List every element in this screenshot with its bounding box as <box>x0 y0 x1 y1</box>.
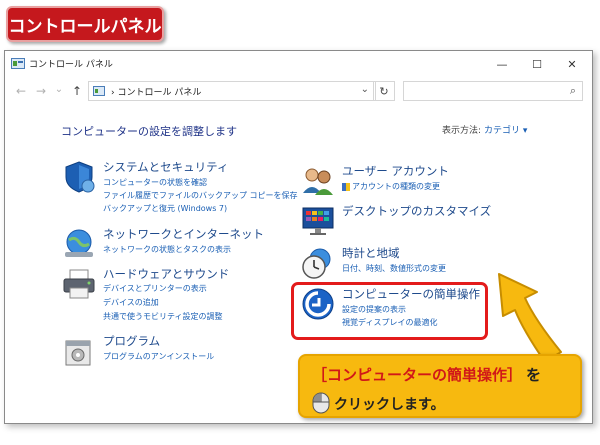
programs-icon <box>65 340 91 366</box>
instruction-callout: ［コンピューターの簡単操作］ を クリックします。 <box>298 354 582 418</box>
chevron-down-icon[interactable]: ⌄ <box>361 84 369 95</box>
highlight-ease-of-access <box>291 282 488 340</box>
control-panel-icon <box>11 58 25 69</box>
category-title[interactable]: システムとセキュリティ <box>103 159 228 175</box>
link-add-device[interactable]: デバイスの追加 <box>103 297 159 308</box>
back-button[interactable]: ← <box>13 84 29 98</box>
link-date-time-format[interactable]: 日付、時刻、数値形式の変更 <box>342 263 446 274</box>
refresh-button[interactable]: ↻ <box>373 81 395 101</box>
address-field[interactable]: › コントロール パネル ⌄ <box>88 81 376 101</box>
link-backup-restore[interactable]: バックアップと復元 (Windows 7) <box>103 203 227 214</box>
instruction-line-1: ［コンピューターの簡単操作］ を <box>312 364 541 385</box>
category-title[interactable]: ユーザー アカウント <box>342 163 449 179</box>
category-title[interactable]: ハードウェアとサウンド <box>103 266 229 282</box>
uac-shield-icon <box>342 182 350 191</box>
clock-icon <box>302 248 331 279</box>
maximize-button[interactable]: ☐ <box>519 54 555 74</box>
mouse-icon <box>312 392 330 414</box>
breadcrumb[interactable]: › コントロール パネル <box>111 85 201 98</box>
search-input[interactable]: ⌕ <box>403 81 583 101</box>
view-by-label: 表示方法: <box>442 126 482 136</box>
minimize-button[interactable]: — <box>484 54 520 74</box>
window-title: コントロール パネル <box>29 60 113 70</box>
network-icon <box>65 229 93 257</box>
title-bar: コントロール パネル — ☐ ✕ <box>5 51 592 77</box>
category-title[interactable]: ネットワークとインターネット <box>103 226 264 242</box>
category-title[interactable]: プログラム <box>103 333 160 349</box>
recent-locations-button[interactable]: ⌄ <box>51 84 67 95</box>
desktop-icon <box>302 207 334 235</box>
pointer-arrow-icon <box>498 273 562 363</box>
up-button[interactable]: ↑ <box>69 84 85 98</box>
address-bar: ← → ⌄ ↑ › コントロール パネル ⌄ ↻ ⌕ <box>5 78 592 106</box>
users-icon <box>303 168 333 195</box>
link-uninstall-program[interactable]: プログラムのアンインストール <box>103 351 214 362</box>
link-label: アカウントの種類の変更 <box>352 182 440 191</box>
link-devices-printers[interactable]: デバイスとプリンターの表示 <box>103 283 207 294</box>
link-mobility-settings[interactable]: 共通で使うモビリティ設定の調整 <box>103 311 223 322</box>
view-by-dropdown[interactable]: カテゴリ ▾ <box>484 126 527 136</box>
close-button[interactable]: ✕ <box>554 54 590 74</box>
shield-icon <box>65 161 95 193</box>
search-icon: ⌕ <box>569 84 576 97</box>
link-network-status[interactable]: ネットワークの状態とタスクの表示 <box>103 244 231 255</box>
forward-button[interactable]: → <box>33 84 49 98</box>
instruction-line-2: クリックします。 <box>334 397 445 413</box>
link-check-status[interactable]: コンピューターの状態を確認 <box>103 177 207 188</box>
category-title[interactable]: デスクトップのカスタマイズ <box>342 203 491 219</box>
instruction-target: ［コンピューターの簡単操作］ <box>312 366 523 384</box>
instruction-particle: を <box>526 366 542 384</box>
view-by: 表示方法: カテゴリ ▾ <box>442 123 527 136</box>
category-title[interactable]: 時計と地域 <box>342 245 400 261</box>
printer-icon <box>63 269 95 299</box>
control-panel-icon <box>93 86 105 96</box>
link-change-account-type[interactable]: アカウントの種類の変更 <box>342 181 440 192</box>
link-file-history[interactable]: ファイル履歴でファイルのバックアップ コピーを保存 <box>103 190 298 201</box>
page-banner: コントロールパネル <box>6 6 164 42</box>
page-title: コンピューターの設定を調整します <box>61 125 237 138</box>
